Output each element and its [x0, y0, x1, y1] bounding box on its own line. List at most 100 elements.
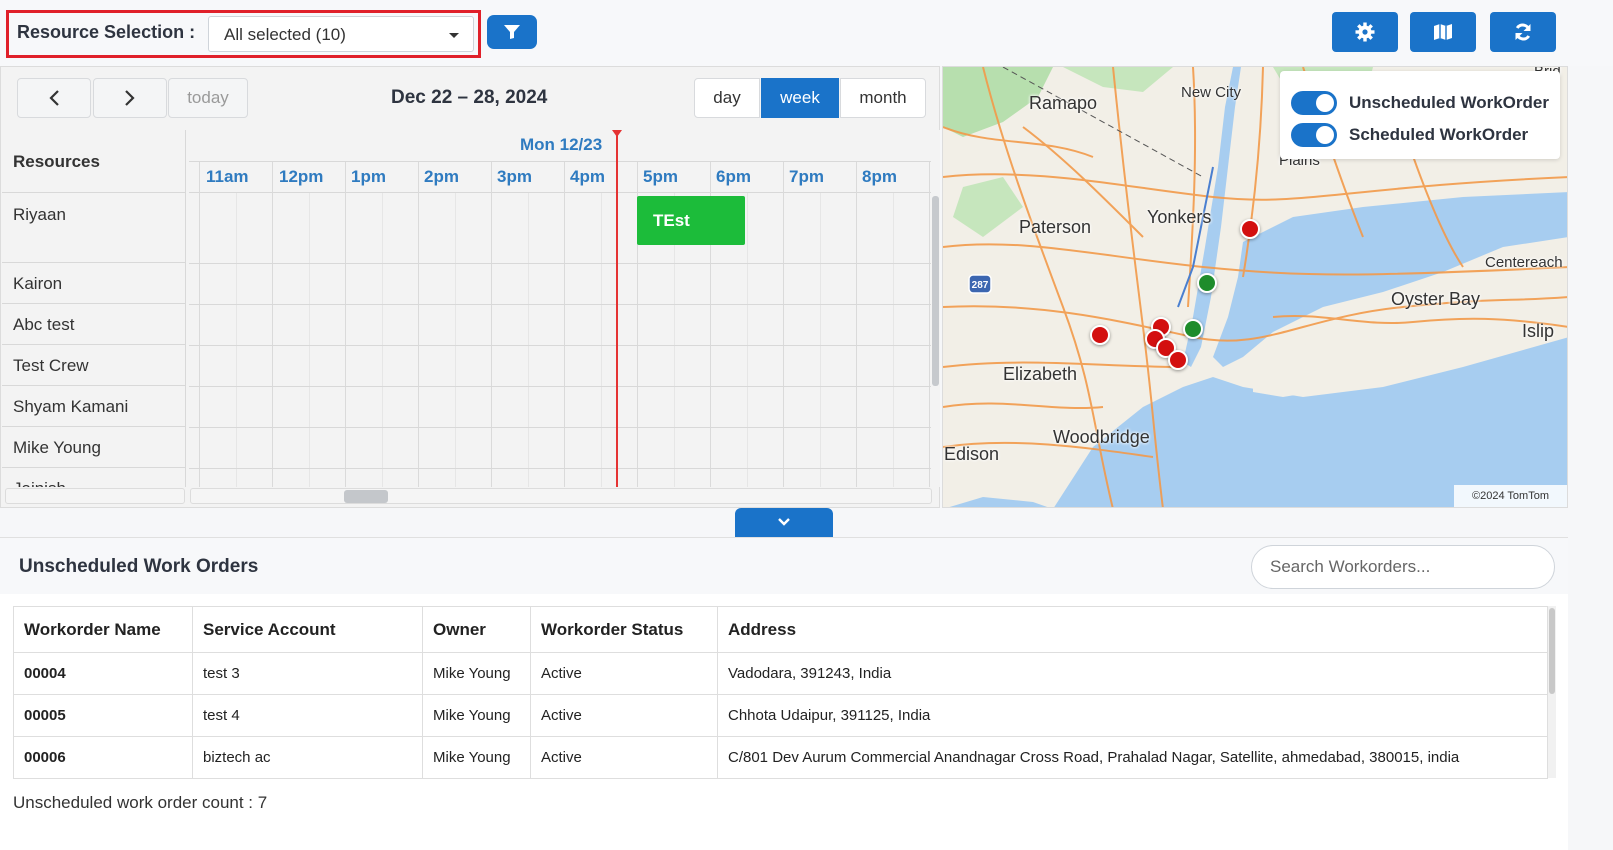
calendar-date-range: Dec 22 – 28, 2024	[391, 87, 548, 108]
hour-gridline	[929, 162, 930, 487]
view-day-button[interactable]: day	[694, 78, 760, 118]
resource-row[interactable]: Test Crew	[2, 345, 185, 386]
resources-scrollbar[interactable]	[5, 488, 185, 504]
workorder-name-cell[interactable]: 00004	[13, 652, 193, 695]
service-account-cell: test 3	[192, 652, 423, 695]
unscheduled-pin[interactable]	[1240, 219, 1260, 239]
half-hour-gridline	[819, 193, 821, 487]
scrollbar-thumb[interactable]	[932, 196, 939, 386]
hour-gridline	[856, 162, 857, 487]
scrollbar-thumb[interactable]	[344, 490, 388, 503]
toggle-knob	[1316, 126, 1334, 144]
scheduler-calendar: today Dec 22 – 28, 2024 day week month R…	[0, 66, 940, 508]
resource-selection-label: Resource Selection :	[17, 22, 196, 42]
resource-row[interactable]: Mike Young	[2, 427, 185, 468]
hour-gridline	[783, 162, 784, 487]
prev-button[interactable]	[17, 78, 91, 118]
table-scrollbar[interactable]	[1548, 606, 1556, 778]
scrollbar-thumb[interactable]	[1549, 608, 1555, 694]
map-place-label: Ramapo	[1029, 93, 1098, 113]
resource-name: Mike Young	[13, 438, 101, 457]
resource-selection-dropdown[interactable]: All selected (10)	[208, 16, 474, 52]
column-header[interactable]: Service Account	[192, 606, 423, 653]
workorder-map[interactable]: 287 Ramapo New City Paterson Yonkers Pla…	[942, 66, 1568, 508]
scheduled-event[interactable]: TEst	[637, 196, 745, 245]
column-header[interactable]: Owner	[422, 606, 531, 653]
unscheduled-pin[interactable]	[1090, 325, 1110, 345]
hour-label: 3pm	[497, 167, 532, 186]
map-place-label: Oyster Bay	[1391, 289, 1481, 309]
filter-button[interactable]	[487, 15, 537, 49]
hour-label: 5pm	[643, 167, 678, 186]
status-cell: Active	[530, 694, 718, 737]
column-header[interactable]: Workorder Name	[13, 606, 193, 653]
address-cell: C/801 Dev Aurum Commercial Anandnagar Cr…	[717, 736, 1548, 779]
half-hour-gridline	[746, 193, 748, 487]
unscheduled-pin[interactable]	[1168, 350, 1188, 370]
collapse-panel-button[interactable]	[735, 508, 833, 537]
scheduled-pin[interactable]	[1197, 273, 1217, 293]
hour-label: 11am	[206, 167, 249, 186]
resource-row[interactable]: Kairon	[2, 263, 185, 304]
panel-header: Unscheduled Work Orders	[0, 538, 1568, 594]
hour-label: 6pm	[716, 167, 751, 186]
map-place-label: Paterson	[1019, 217, 1092, 237]
map-place-label: New City	[1181, 84, 1242, 101]
table-row[interactable]: 00006 biztech ac Mike Young Active C/801…	[13, 736, 1548, 779]
workorder-count: Unscheduled work order count : 7	[13, 793, 268, 812]
resource-selection-value: All selected (10)	[224, 25, 346, 44]
chevron-right-icon	[125, 90, 135, 106]
workorder-name-cell[interactable]: 00005	[13, 694, 193, 737]
resources-header: Resources	[2, 130, 185, 193]
map-copyright: ©2024 TomTom	[1454, 485, 1567, 507]
unscheduled-workorders-panel: Unscheduled Work Orders Workorder Name S…	[0, 537, 1568, 850]
hour-label: 12pm	[279, 167, 324, 186]
hour-label: 4pm	[570, 167, 605, 186]
search-workorders-input[interactable]	[1251, 545, 1555, 589]
map-icon	[1434, 24, 1452, 40]
scheduled-toggle[interactable]	[1291, 123, 1337, 147]
map-place-label: Edison	[944, 444, 1000, 464]
current-time-line	[616, 130, 618, 487]
map-place-label: Centereach	[1485, 254, 1563, 271]
hour-label: 1pm	[351, 167, 386, 186]
next-button[interactable]	[93, 78, 167, 118]
hour-label: 2pm	[424, 167, 459, 186]
horizontal-scrollbar[interactable]	[190, 488, 932, 504]
today-button[interactable]: today	[168, 78, 248, 118]
table-row[interactable]: 00004 test 3 Mike Young Active Vadodara,…	[13, 652, 1548, 695]
hour-gridline	[199, 162, 200, 487]
hour-label: 8pm	[862, 167, 897, 186]
row-gridline	[189, 304, 931, 305]
column-header[interactable]: Workorder Status	[530, 606, 718, 653]
unscheduled-toggle[interactable]	[1291, 91, 1337, 115]
view-month-button[interactable]: month	[840, 78, 926, 118]
timeline-grid[interactable]: Mon 12/23 11am 12pm 1pm 2pm 3pm 4pm 5pm …	[189, 130, 931, 487]
settings-button[interactable]	[1332, 12, 1398, 52]
half-hour-gridline	[527, 193, 529, 487]
table-row[interactable]: 00005 test 4 Mike Young Active Chhota Ud…	[13, 694, 1548, 737]
view-week-button[interactable]: week	[761, 78, 839, 118]
status-cell: Active	[530, 736, 718, 779]
resource-row[interactable]: Riyaan	[2, 193, 185, 263]
half-hour-gridline	[381, 193, 383, 487]
resource-row[interactable]: Abc test	[2, 304, 185, 345]
workorders-table: Workorder Name Service Account Owner Wor…	[13, 606, 1548, 779]
map-place-label: Woodbridge	[1053, 427, 1150, 447]
route-shield-label: 287	[972, 280, 989, 291]
map-view-button[interactable]	[1410, 12, 1476, 52]
hour-gridline	[418, 162, 419, 487]
status-cell: Active	[530, 652, 718, 695]
hour-gridline	[272, 162, 273, 487]
resource-name: Abc test	[13, 315, 75, 334]
resource-row[interactable]: Jainish	[2, 468, 185, 487]
row-gridline	[189, 263, 931, 264]
workorder-name-cell[interactable]: 00006	[13, 736, 193, 779]
resource-row[interactable]: Shyam Kamani	[2, 386, 185, 427]
refresh-button[interactable]	[1490, 12, 1556, 52]
map-place-label: Yonkers	[1147, 207, 1212, 227]
scheduled-pin[interactable]	[1183, 319, 1203, 339]
service-account-cell: biztech ac	[192, 736, 423, 779]
vertical-scrollbar[interactable]	[931, 130, 940, 487]
column-header[interactable]: Address	[717, 606, 1548, 653]
